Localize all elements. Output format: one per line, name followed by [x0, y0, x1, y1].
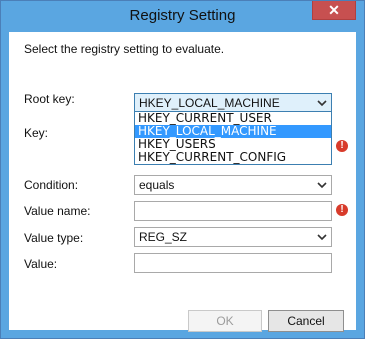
root-key-dropdown-list[interactable]: HKEY_CURRENT_USER HKEY_LOCAL_MACHINE HKE…: [134, 111, 332, 165]
dialog-window: Registry Setting ✕ Select the registry s…: [0, 0, 365, 339]
root-key-combo[interactable]: HKEY_LOCAL_MACHINE: [134, 93, 332, 113]
close-button[interactable]: ✕: [312, 1, 356, 20]
condition-value: equals: [139, 178, 175, 192]
dropdown-option-hkey-current-config[interactable]: HKEY_CURRENT_CONFIG: [135, 151, 331, 164]
ok-button[interactable]: OK: [188, 310, 262, 332]
chevron-down-icon: [317, 100, 327, 107]
value-name-input[interactable]: [134, 201, 332, 221]
window-title: Registry Setting: [129, 7, 236, 24]
root-key-value: HKEY_LOCAL_MACHINE: [139, 96, 280, 110]
dialog-body: Select the registry setting to evaluate.…: [9, 32, 356, 332]
chevron-down-icon: [317, 182, 327, 189]
title-bar[interactable]: Registry Setting ✕: [1, 1, 364, 31]
condition-combo[interactable]: equals: [134, 175, 332, 195]
instruction-text: Select the registry setting to evaluate.: [24, 42, 225, 56]
condition-label: Condition:: [24, 178, 79, 192]
error-icon: !: [336, 140, 348, 152]
key-label: Key:: [24, 126, 49, 140]
error-icon: !: [336, 204, 348, 216]
close-icon: ✕: [328, 2, 340, 18]
value-type-value: REG_SZ: [139, 230, 188, 244]
value-label: Value:: [24, 257, 58, 271]
value-type-combo[interactable]: REG_SZ: [134, 227, 332, 247]
value-type-label: Value type:: [24, 231, 84, 245]
cancel-button[interactable]: Cancel: [268, 310, 344, 332]
root-key-label: Root key:: [24, 92, 75, 106]
value-input[interactable]: [134, 253, 332, 273]
chevron-down-icon: [317, 234, 327, 241]
value-name-label: Value name:: [24, 204, 91, 218]
